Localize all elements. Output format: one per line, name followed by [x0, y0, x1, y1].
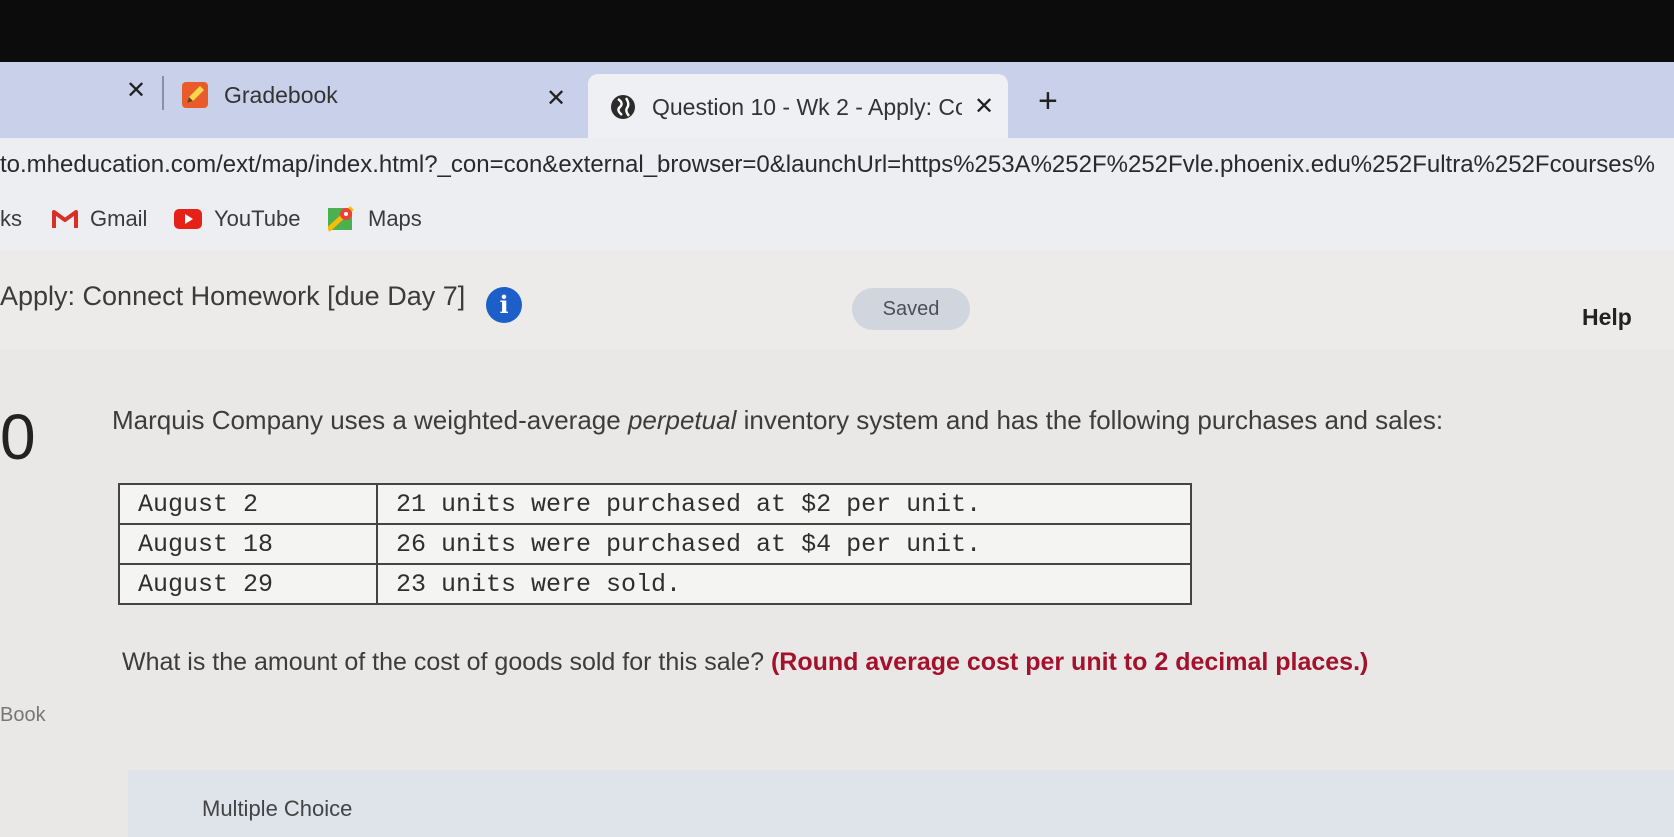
description-cell: 21 units were purchased at $2 per unit.: [376, 483, 1192, 525]
tab-label: Gradebook: [224, 81, 338, 108]
question-number: 0: [0, 401, 36, 473]
help-button[interactable]: Help: [1582, 304, 1632, 331]
date-cell: August 29: [118, 563, 378, 605]
globe-icon: [610, 94, 636, 120]
screen-bezel: [0, 0, 1674, 64]
youtube-icon: [174, 209, 202, 229]
tab-separator: [162, 76, 164, 110]
info-icon[interactable]: i: [486, 287, 522, 323]
bookmark-youtube[interactable]: YouTube: [174, 206, 300, 232]
bookmark-gmail[interactable]: Gmail: [52, 206, 147, 232]
transactions-table: August 2 21 units were purchased at $2 p…: [118, 483, 1192, 605]
tab-label: Question 10 - Wk 2 - Apply: Con: [652, 93, 962, 120]
prev-tab-close-icon[interactable]: ✕: [126, 76, 146, 105]
answer-type-label: Multiple Choice: [202, 796, 353, 821]
table-row: August 29 23 units were sold.: [118, 563, 1192, 605]
question-prompt: Marquis Company uses a weighted-average …: [112, 405, 1444, 435]
description-cell: 26 units were purchased at $4 per unit.: [376, 523, 1192, 565]
table-row: August 2 21 units were purchased at $2 p…: [118, 483, 1192, 525]
date-cell: August 18: [118, 523, 378, 565]
ebook-link[interactable]: Book: [0, 704, 46, 727]
active-tab-close-icon[interactable]: ✕: [974, 92, 994, 121]
question-ask: What is the amount of the cost of goods …: [122, 648, 1369, 676]
page-title: Apply: Connect Homework [due Day 7]: [0, 281, 466, 311]
date-cell: August 2: [118, 483, 378, 525]
pencil-icon: [182, 82, 208, 108]
gmail-icon: [52, 209, 78, 229]
description-cell: 23 units were sold.: [376, 563, 1192, 605]
maps-icon: [326, 206, 354, 232]
bookmark-maps[interactable]: Maps: [326, 206, 422, 232]
gradebook-tab-close-icon[interactable]: ✕: [546, 84, 566, 113]
saved-badge: Saved: [852, 288, 970, 330]
bookmark-truncated[interactable]: ks: [0, 206, 22, 232]
tab-question-10[interactable]: Question 10 - Wk 2 - Apply: Con: [588, 74, 1008, 140]
tab-gradebook[interactable]: Gradebook: [182, 72, 562, 118]
url-text[interactable]: to.mheducation.com/ext/map/index.html?_c…: [0, 151, 1655, 179]
new-tab-icon[interactable]: +: [1038, 84, 1058, 118]
answer-panel: [128, 770, 1674, 837]
table-row: August 18 26 units were purchased at $4 …: [118, 523, 1192, 565]
rounding-instruction: (Round average cost per unit to 2 decima…: [770, 648, 1369, 676]
